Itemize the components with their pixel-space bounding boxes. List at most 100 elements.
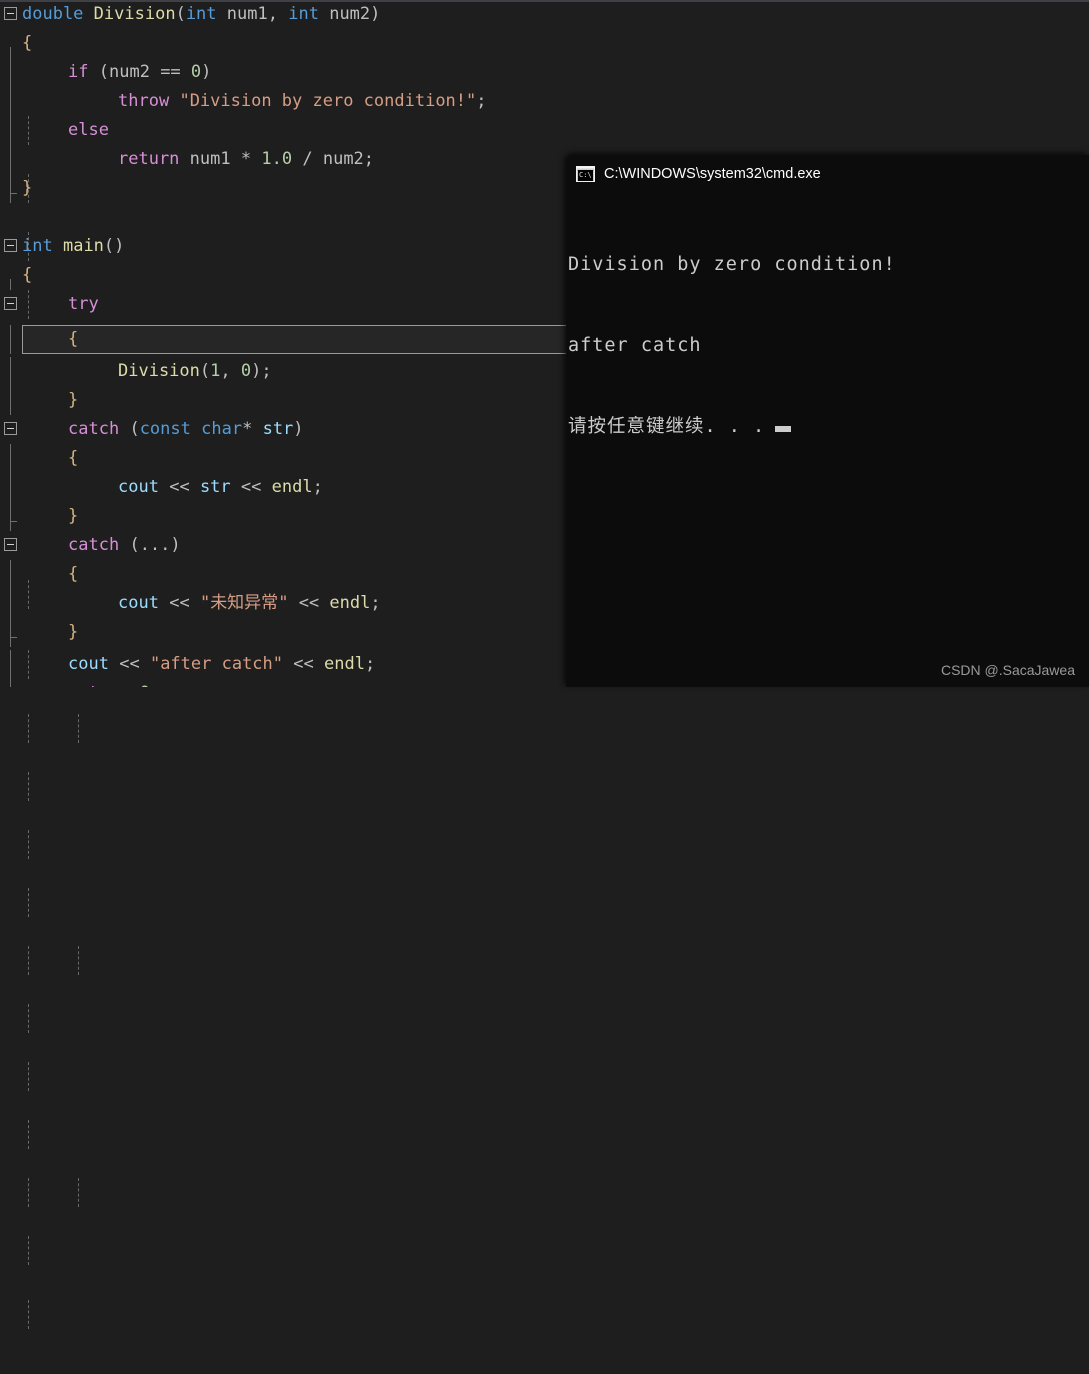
code-line[interactable]: throw "Division by zero condition!"; (0, 87, 1089, 203)
token-identifier: num2 (322, 149, 364, 169)
code-line-content: } (22, 618, 78, 647)
fold-minus-icon[interactable] (4, 239, 17, 252)
token-number: 0 (240, 361, 252, 381)
fold-gutter[interactable] (0, 290, 22, 319)
token-brace: { (68, 564, 79, 584)
fold-gutter[interactable] (0, 232, 22, 261)
token-keyword: const (139, 419, 191, 439)
code-line-content: { (22, 261, 32, 290)
fold-gutter[interactable] (0, 0, 22, 29)
code-line[interactable]: if (num2 == 0) (0, 58, 1089, 145)
token-identifier: endl (271, 477, 313, 497)
fold-gutter[interactable] (0, 58, 22, 87)
fold-gutter[interactable] (0, 650, 22, 679)
fold-gutter[interactable] (0, 174, 22, 203)
fold-line-end (10, 502, 17, 531)
fold-line (10, 279, 11, 290)
indent-guide (78, 946, 79, 975)
console-output-line-with-cursor: 请按任意键继续. . . (568, 413, 1089, 440)
fold-gutter[interactable] (0, 679, 22, 687)
fold-line (10, 679, 11, 687)
fold-gutter[interactable] (0, 357, 22, 386)
fold-gutter[interactable] (0, 325, 22, 354)
console-prompt-text: 请按任意键继续. . . (568, 416, 766, 437)
fold-gutter[interactable] (0, 29, 22, 58)
fold-gutter[interactable] (0, 502, 22, 531)
indent-guide (78, 1178, 79, 1207)
token-identifier: cout (68, 654, 109, 674)
code-line-content: double Division(int num1, int num2) (22, 0, 380, 29)
fold-gutter[interactable] (0, 415, 22, 444)
indent-guide (28, 830, 29, 859)
token-function-name: Division (118, 361, 200, 381)
token-string-quote: " (149, 654, 161, 674)
fold-minus-icon[interactable] (4, 297, 17, 310)
fold-gutter[interactable] (0, 145, 22, 174)
token-keyword: else (68, 120, 109, 140)
fold-line-end (10, 174, 17, 203)
token-punct: ; (312, 477, 323, 497)
console-window[interactable]: C:\WINDOWS\system32\cmd.exe Division by … (566, 155, 1089, 687)
console-titlebar[interactable]: C:\WINDOWS\system32\cmd.exe (566, 155, 1089, 193)
token-brace: { (68, 448, 79, 468)
code-line-content: return 0; (22, 679, 160, 687)
code-line-content: { (22, 560, 78, 589)
code-line-content: } (22, 502, 78, 531)
code-line[interactable]: else (0, 116, 1089, 261)
console-output-line: Division by zero condition! (568, 254, 896, 275)
fold-gutter[interactable] (0, 261, 22, 290)
indent-guide (28, 1236, 29, 1265)
fold-gutter[interactable] (0, 116, 22, 145)
code-line[interactable]: { (0, 29, 1089, 58)
fold-gutter[interactable] (0, 444, 22, 473)
code-line-content: cout << "after catch" << endl; (22, 650, 375, 679)
token-function-name: Division (93, 4, 176, 24)
code-line-content: return num1 * 1.0 / num2; (22, 145, 374, 174)
token-punct: ) (251, 361, 262, 381)
fold-minus-icon[interactable] (4, 538, 17, 551)
fold-gutter[interactable] (0, 589, 22, 618)
fold-gutter[interactable] (0, 87, 22, 116)
code-line-content: { (22, 444, 78, 473)
token-keyword: catch (68, 535, 120, 555)
fold-gutter[interactable] (0, 618, 22, 647)
fold-line (10, 357, 11, 386)
token-identifier: str (262, 419, 294, 439)
token-punct: ( (199, 361, 211, 381)
token-punct: ( (98, 62, 109, 82)
fold-line (10, 145, 11, 174)
fold-gutter[interactable] (0, 473, 22, 502)
code-line[interactable]: double Division(int num1, int num2) (0, 0, 1089, 29)
fold-line (10, 116, 11, 145)
token-identifier: cout (118, 477, 159, 497)
token-operator: << (119, 654, 140, 674)
token-punct: ; (261, 361, 272, 381)
fold-line-end (10, 618, 17, 647)
token-number: 1.0 (261, 149, 293, 169)
fold-gutter[interactable] (0, 386, 22, 415)
fold-minus-icon[interactable] (4, 422, 17, 435)
fold-minus-icon[interactable] (4, 7, 17, 20)
fold-gutter[interactable] (0, 560, 22, 589)
token-number: 0 (190, 62, 202, 82)
token-identifier: endl (329, 593, 371, 613)
token-keyword: int (288, 4, 319, 24)
fold-line (10, 386, 11, 415)
code-line-content: { (22, 29, 32, 58)
indent-guide (78, 714, 79, 743)
token-identifier: num2 (329, 4, 371, 24)
fold-gutter[interactable] (0, 531, 22, 560)
fold-line (10, 560, 11, 589)
token-operator: * (240, 149, 252, 169)
